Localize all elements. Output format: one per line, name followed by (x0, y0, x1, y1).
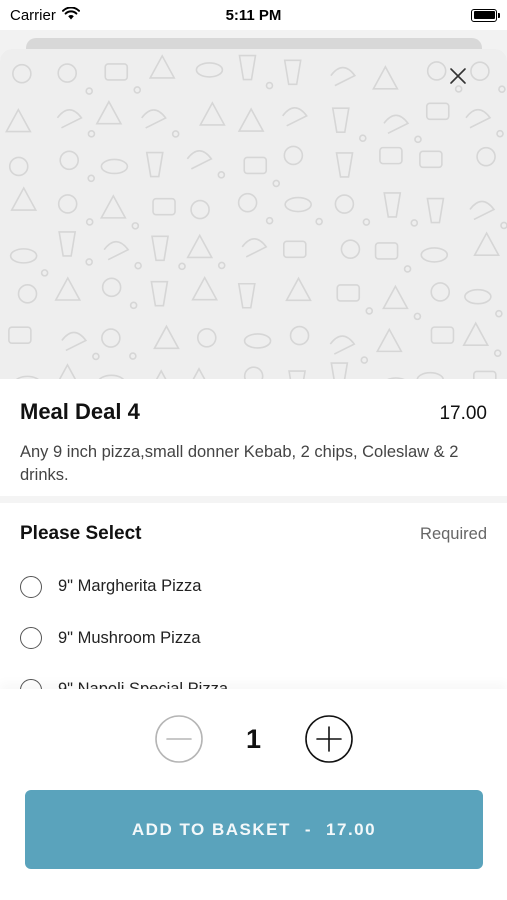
required-label: Required (420, 525, 487, 543)
item-price: 17.00 (439, 403, 487, 424)
item-header: Meal Deal 4 17.00 (20, 399, 487, 425)
option-label: 9" Margherita Pizza (58, 577, 202, 596)
status-left: Carrier (10, 6, 80, 24)
section-divider (0, 496, 507, 503)
options-title: Please Select (20, 523, 142, 544)
quantity-value: 1 (245, 723, 262, 754)
food-doodle-pattern (4, 54, 507, 379)
add-to-basket-separator: - (304, 819, 313, 839)
item-description: Any 9 inch pizza,small donner Kebab, 2 c… (20, 443, 459, 484)
item-title: Meal Deal 4 (20, 399, 140, 424)
footer: 1 ADD TO BASKET - 17.00 (0, 689, 507, 900)
add-to-basket-price: 17.00 (326, 819, 377, 839)
quantity-stepper: 1 (0, 715, 507, 763)
option-margherita-pizza[interactable]: 9" Margherita Pizza (20, 561, 487, 613)
increment-button[interactable] (304, 715, 353, 763)
close-icon (450, 68, 466, 84)
status-bar: Carrier 5:11 PM (0, 0, 507, 30)
options-header: Please Select Required (20, 523, 487, 545)
add-to-basket-button[interactable]: ADD TO BASKET - 17.00 (25, 790, 483, 869)
carrier-label: Carrier (10, 6, 56, 24)
hero-image (0, 49, 507, 379)
plus-circle-icon (304, 715, 353, 763)
radio-button[interactable] (20, 627, 42, 650)
option-label: 9" Mushroom Pizza (58, 628, 201, 647)
minus-circle-icon (154, 715, 203, 763)
option-mushroom-pizza[interactable]: 9" Mushroom Pizza (20, 613, 487, 665)
item-modal: Meal Deal 4 17.00 Any 9 inch pizza,small… (0, 49, 507, 900)
add-to-basket-label: ADD TO BASKET (131, 819, 291, 839)
wifi-icon (61, 6, 80, 24)
close-button[interactable] (449, 67, 477, 95)
radio-button[interactable] (20, 575, 42, 598)
battery-icon (471, 8, 500, 22)
decrement-button[interactable] (154, 715, 203, 763)
